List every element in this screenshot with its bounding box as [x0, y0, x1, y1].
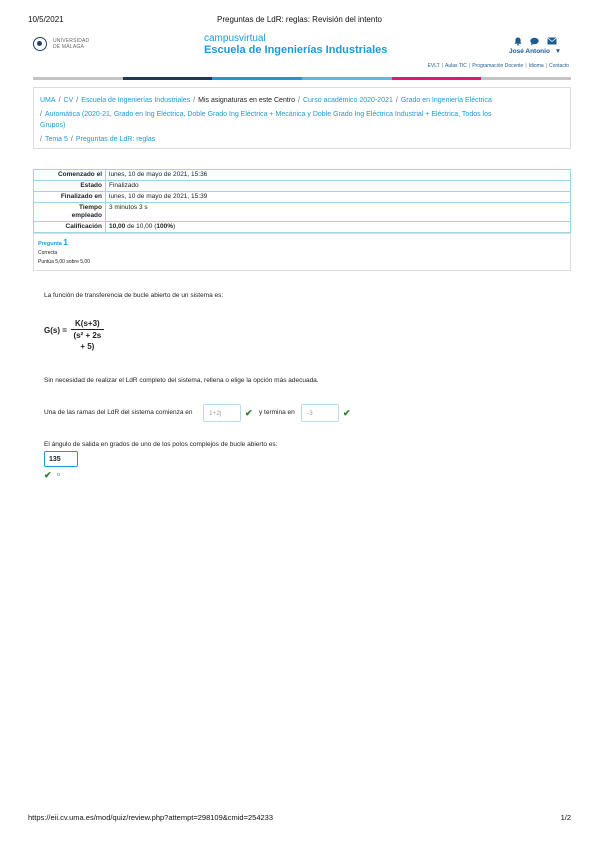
- link-aulas-tic[interactable]: Aulas TIC: [445, 63, 467, 69]
- question-info: Pregunta 1 Correcta Puntúa 5,00 sobre 5,…: [33, 233, 571, 271]
- time-value: 3 minutos 3 s: [105, 202, 571, 222]
- university-logo[interactable]: UNIVERSIDAD DE MÁLAGA: [33, 37, 109, 53]
- color-bar-segment: [33, 77, 123, 80]
- user-menu[interactable]: José Antonio ▼: [509, 48, 561, 55]
- table-row: Estado Finalizado: [33, 180, 571, 192]
- angle-prompt: El ángulo de salida en grados de uno de …: [44, 441, 278, 448]
- mail-icon[interactable]: [547, 37, 557, 48]
- user-icons: [514, 37, 562, 47]
- check-icon: ✔: [343, 408, 351, 418]
- link-idioma[interactable]: Idioma: [529, 63, 544, 69]
- color-bar-segment: [481, 77, 572, 80]
- formula-lhs: G(s) =: [44, 326, 67, 335]
- top-links: EVLT | Aulas TIC | Programación Docente | Idio…: [427, 63, 569, 69]
- started-value: lunes, 10 de mayo de 2021, 15:36: [105, 169, 571, 181]
- finished-label: Finalizado en: [33, 191, 106, 203]
- state-value: Finalizado: [105, 180, 571, 192]
- chevron-down-icon: ▼: [554, 48, 562, 55]
- breadcrumb: UMA / CV / Escuela de Ingenierías Industrial…: [33, 87, 571, 149]
- table-row: Finalizado en lunes, 10 de mayo de 2021,…: [33, 191, 571, 203]
- color-bar: [33, 77, 572, 80]
- branch-prefix-text: Una de las ramas del LdR del sistema com…: [44, 409, 193, 416]
- question-grade: Puntúa 5,00 sobre 5,00: [38, 259, 90, 265]
- grade-value: 10,00 de 10,00 (100%): [105, 221, 571, 233]
- breadcrumb-escuela[interactable]: Escuela de Ingenierías Industriales: [81, 97, 190, 104]
- question-intro: La función de transferencia de bucle abi…: [44, 292, 224, 299]
- finished-value: lunes, 10 de mayo de 2021, 15:39: [105, 191, 571, 203]
- question-state: Correcta: [38, 250, 58, 256]
- user-name: José Antonio: [509, 48, 550, 55]
- print-footer: https://eii.cv.uma.es/mod/quiz/review.ph…: [28, 813, 571, 825]
- formula-numerator: K(s+3): [71, 319, 104, 330]
- table-row: Tiempo empleado 3 minutos 3 s: [33, 202, 571, 222]
- breadcrumb-quiz[interactable]: Preguntas de LdR: reglas: [76, 136, 155, 143]
- university-seal-icon: [33, 37, 47, 51]
- state-label: Estado: [33, 180, 106, 192]
- link-evlt[interactable]: EVLT: [428, 63, 440, 69]
- breadcrumb-mis-asignaturas: Mis asignaturas en este Centro: [198, 97, 296, 104]
- site-brand[interactable]: campusvirtual Escuela de Ingenierías Ind…: [204, 33, 387, 56]
- print-url: https://eii.cv.uma.es/mod/quiz/review.ph…: [28, 813, 274, 822]
- question-instruction: Sin necesidad de realizar el LdR complet…: [44, 377, 319, 384]
- breadcrumb-uma[interactable]: UMA: [40, 97, 56, 104]
- print-title: Preguntas de LdR: reglas: Revisión del i…: [217, 15, 382, 24]
- formula-denominator: (s² + 2s + 5): [73, 331, 102, 351]
- branch-middle-text: y termina en: [259, 409, 295, 416]
- branch-end-field[interactable]: -3: [301, 404, 339, 422]
- check-icon: ✔: [245, 408, 253, 418]
- breadcrumb-curso[interactable]: Curso académico 2020-2021: [303, 97, 393, 104]
- breadcrumb-grado[interactable]: Grado en Ingeniería Eléctrica: [401, 97, 492, 104]
- print-header: 10/5/2021 Preguntas de LdR: reglas: Revi…: [28, 15, 571, 27]
- breadcrumb-automatica[interactable]: Automática (2020-21, Grado en Ing Eléctr…: [40, 111, 492, 129]
- started-label: Comenzado el: [33, 169, 106, 181]
- color-bar-segment: [212, 77, 303, 80]
- color-bar-segment: [391, 77, 482, 80]
- brand-main: Escuela de Ingenierías Industriales: [204, 44, 388, 56]
- angle-answer-field[interactable]: 135: [44, 451, 78, 467]
- print-page-number: 1/2: [560, 813, 571, 822]
- brand-top: campusvirtual: [204, 33, 266, 44]
- logo-text-line2: DE MÁLAGA: [53, 44, 84, 50]
- table-row: Calificación 10,00 de 10,00 (100%): [33, 221, 571, 233]
- link-contacto[interactable]: Contacto: [549, 63, 569, 69]
- color-bar-segment: [302, 77, 392, 80]
- check-icon: ✔: [44, 470, 52, 480]
- link-programacion-docente[interactable]: Programación Docente: [472, 63, 523, 69]
- time-label: Tiempo empleado: [33, 202, 106, 222]
- branch-start-field[interactable]: 1+2j: [203, 404, 241, 422]
- breadcrumb-tema[interactable]: Tema 5: [45, 136, 68, 143]
- attempt-summary-table: Comenzado el lunes, 10 de mayo de 2021, …: [33, 169, 571, 233]
- degree-mark: o: [57, 472, 60, 478]
- breadcrumb-cv[interactable]: CV: [64, 97, 74, 104]
- question-number: Pregunta 1: [38, 238, 68, 247]
- color-bar-segment: [122, 77, 213, 80]
- grade-label: Calificación: [33, 221, 106, 233]
- table-row: Comenzado el lunes, 10 de mayo de 2021, …: [33, 169, 571, 181]
